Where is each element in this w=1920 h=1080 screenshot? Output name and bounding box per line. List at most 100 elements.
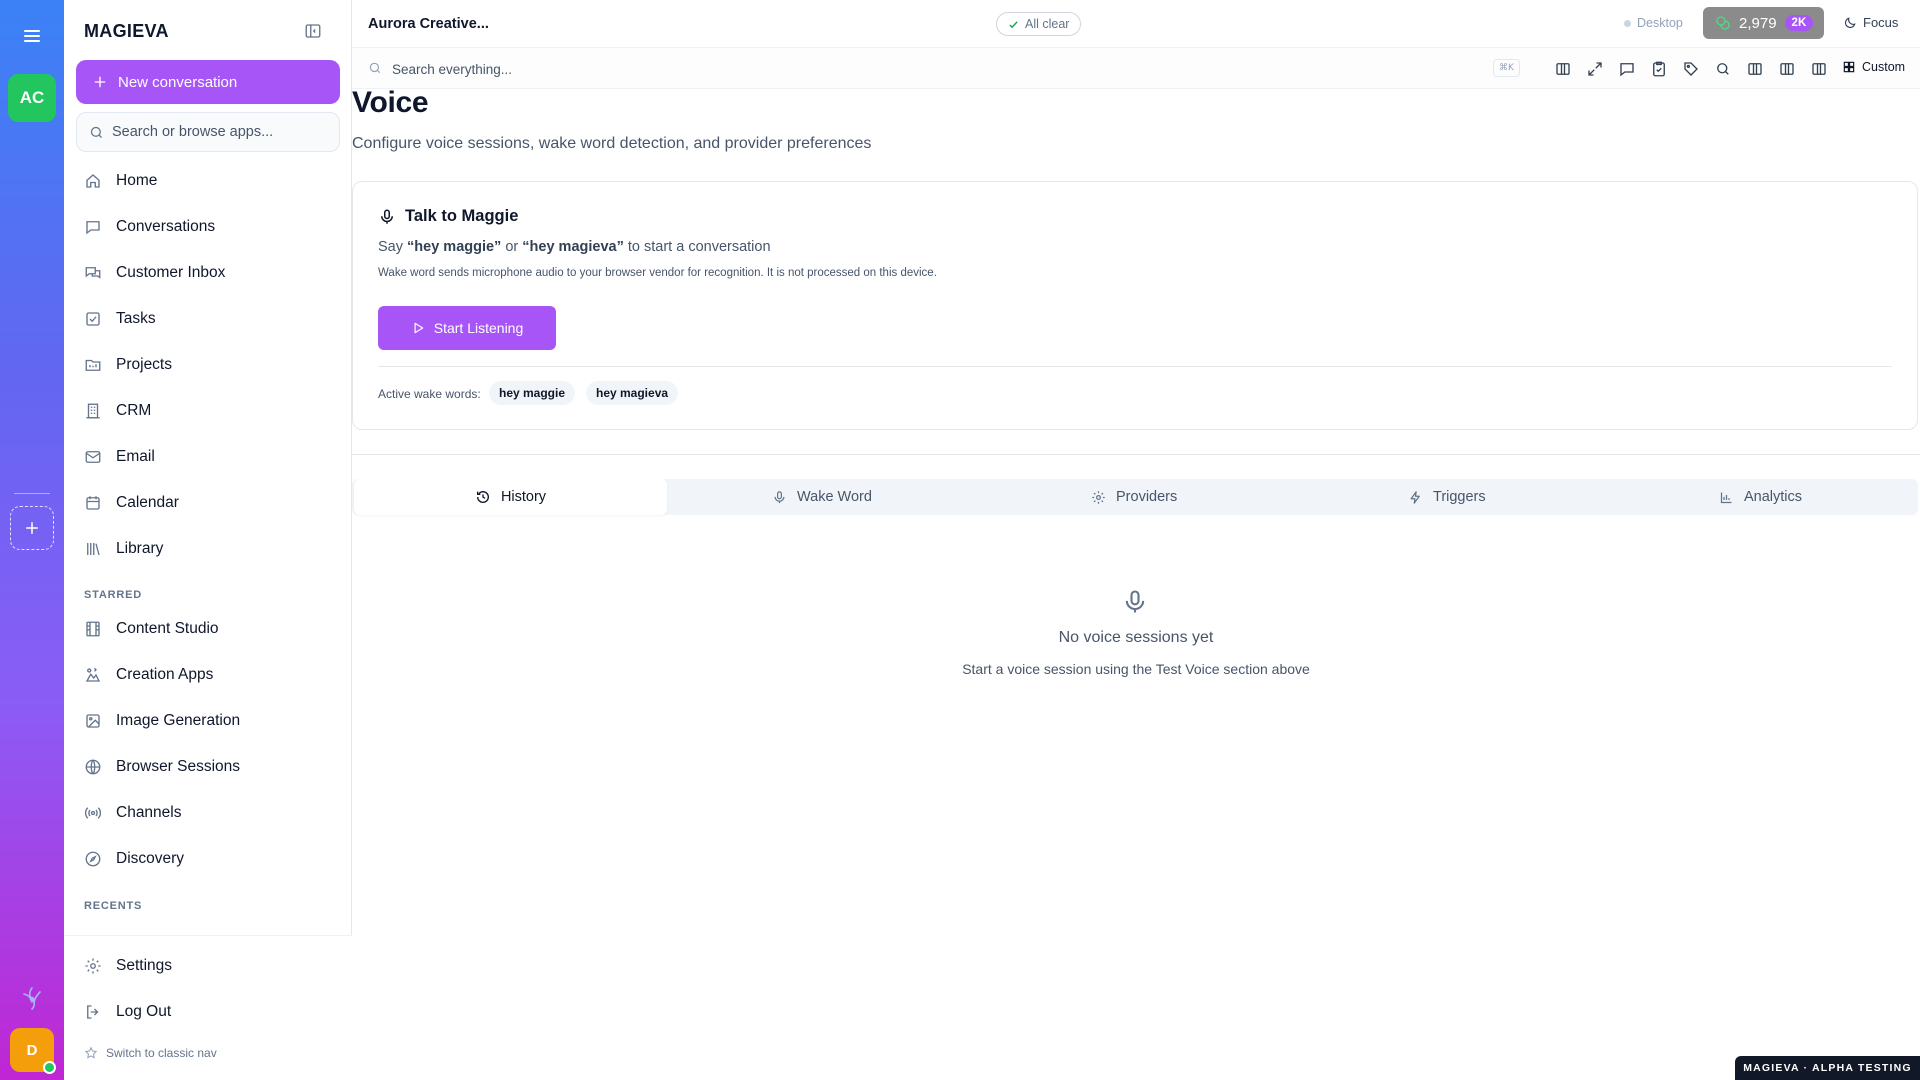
- sidebar-item-label: Email: [116, 448, 155, 465]
- wake-instructions: Say “hey maggie” or “hey magieva” to sta…: [378, 239, 771, 255]
- wake-phrase-2: “hey magieva”: [522, 239, 624, 255]
- tab-triggers[interactable]: Triggers: [1408, 479, 1486, 515]
- credits-badge: 2K: [1784, 15, 1814, 31]
- tab-wake-word[interactable]: Wake Word: [772, 479, 872, 515]
- calendar-icon: [86, 496, 100, 510]
- sidebar-item-projects[interactable]: Projects: [84, 350, 334, 380]
- plus-icon: [26, 522, 38, 534]
- sidebar-item-content-studio[interactable]: Content Studio: [84, 614, 334, 644]
- sidebar: MAGIEVA New conversation Home Conversati…: [64, 0, 352, 1080]
- sidebar-item-image-generation[interactable]: Image Generation: [84, 706, 334, 736]
- logout-icon: [87, 1005, 99, 1019]
- custom-layout-button[interactable]: Custom: [1842, 60, 1905, 74]
- history-icon: [476, 490, 489, 503]
- apps-icon: [85, 667, 101, 682]
- online-status-indicator: [43, 1061, 56, 1074]
- mic-icon: [381, 209, 393, 224]
- tab-label: History: [500, 489, 547, 505]
- switch-classic-nav-label: Switch to classic nav: [106, 1046, 217, 1060]
- menu-icon[interactable]: [20, 24, 44, 48]
- sidebar-item-logout[interactable]: Log Out: [84, 997, 334, 1027]
- sidebar-item-browser-sessions[interactable]: Browser Sessions: [84, 752, 334, 782]
- sidebar-item-label: Conversations: [116, 218, 216, 235]
- sidebar-item-crm[interactable]: CRM: [84, 396, 334, 426]
- device-status-dot: [1624, 19, 1631, 27]
- tab-label: Triggers: [1433, 489, 1486, 505]
- globe-icon: [85, 759, 101, 775]
- user-avatar[interactable]: D: [10, 1028, 56, 1074]
- sidebar-item-label: Discovery: [116, 850, 185, 867]
- inbox-icon: [85, 267, 101, 279]
- sidebar-item-home[interactable]: Home: [84, 166, 334, 196]
- start-listening-button[interactable]: Start Listening: [378, 306, 556, 350]
- clipboard-check-icon[interactable]: [1650, 60, 1668, 78]
- sidebar-item-calendar[interactable]: Calendar: [84, 488, 334, 518]
- page-subtitle: Configure voice sessions, wake word dete…: [352, 135, 872, 152]
- empty-state-subtitle: Start a voice session using the Test Voi…: [962, 661, 1310, 677]
- sidebar-item-label: Browser Sessions: [116, 758, 241, 775]
- page-title: Voice: [352, 86, 429, 119]
- sidebar-item-email[interactable]: Email: [84, 442, 334, 472]
- new-conversation-label: New conversation: [118, 73, 238, 91]
- app-logo-icon: [18, 984, 46, 1012]
- sidebar-collapse-icon[interactable]: [304, 22, 322, 40]
- focus-mode-button[interactable]: Focus: [1843, 15, 1898, 30]
- credits-button[interactable]: 2,979 2K: [1703, 7, 1824, 39]
- empty-state: No voice sessions yet Start a voice sess…: [936, 0, 1336, 1080]
- columns-icon[interactable]: [1554, 60, 1572, 78]
- check-square-icon: [86, 312, 100, 326]
- library-icon: [87, 543, 100, 556]
- tag-icon[interactable]: [1682, 60, 1700, 78]
- search-icon[interactable]: [1714, 60, 1732, 78]
- sidebar-item-conversations[interactable]: Conversations: [84, 212, 334, 242]
- switch-classic-nav-link[interactable]: Switch to classic nav: [84, 1046, 217, 1060]
- building-icon: [86, 403, 100, 419]
- brand-name: MAGIEVA: [84, 21, 169, 41]
- card-title-text: Talk to Maggie: [405, 207, 519, 225]
- columns-icon[interactable]: [1810, 60, 1828, 78]
- shortcut-hint: ⌘K: [1493, 59, 1520, 77]
- sidebar-item-creation-apps[interactable]: Creation Apps: [84, 660, 334, 690]
- grid-icon: [1843, 61, 1855, 73]
- active-wake-words-label: Active wake words:: [378, 387, 481, 401]
- user-initial: D: [26, 1041, 38, 1059]
- sidebar-item-channels[interactable]: Channels: [84, 798, 334, 828]
- search-icon: [90, 126, 102, 138]
- workspace-avatar[interactable]: AC: [8, 74, 56, 122]
- search-icon: [369, 62, 381, 74]
- tab-label: Wake Word: [797, 489, 872, 505]
- device-indicator: Desktop: [1624, 16, 1683, 30]
- compass-icon: [85, 851, 101, 867]
- sidebar-item-label: Library: [116, 540, 164, 557]
- recents-heading: RECENTS: [84, 900, 143, 912]
- folder-icon: [85, 359, 101, 371]
- moon-icon: [1845, 16, 1856, 28]
- columns-icon[interactable]: [1746, 60, 1764, 78]
- card-title: Talk to Maggie: [378, 207, 518, 226]
- sidebar-item-label: Tasks: [116, 310, 156, 327]
- sidebar-search-input[interactable]: [112, 124, 332, 140]
- sidebar-item-library[interactable]: Library: [84, 534, 334, 564]
- sidebar-item-settings[interactable]: Settings: [84, 951, 334, 981]
- new-conversation-button[interactable]: New conversation: [76, 60, 340, 104]
- start-listening-label: Start Listening: [433, 320, 524, 336]
- sidebar-item-label: Calendar: [116, 494, 179, 511]
- sidebar-item-tasks[interactable]: Tasks: [84, 304, 334, 334]
- expand-icon[interactable]: [1586, 60, 1604, 78]
- wake-phrase-1: “hey maggie”: [407, 239, 502, 255]
- add-workspace-button[interactable]: [10, 506, 54, 550]
- film-icon: [86, 621, 100, 637]
- chat-icon[interactable]: [1618, 60, 1636, 78]
- sidebar-item-customer-inbox[interactable]: Customer Inbox: [84, 258, 334, 288]
- sidebar-search[interactable]: [76, 112, 340, 152]
- image-icon: [86, 714, 100, 728]
- workspace-title[interactable]: Aurora Creative...: [368, 16, 489, 32]
- privacy-note: Wake word sends microphone audio to your…: [378, 267, 937, 279]
- say-prefix: Say: [378, 239, 403, 255]
- workspace-rail: AC D: [0, 0, 64, 1080]
- tab-analytics[interactable]: Analytics: [1719, 479, 1802, 515]
- say-or: or: [505, 239, 519, 255]
- tab-history[interactable]: History: [354, 479, 667, 515]
- sidebar-item-discovery[interactable]: Discovery: [84, 844, 334, 874]
- columns-icon[interactable]: [1778, 60, 1796, 78]
